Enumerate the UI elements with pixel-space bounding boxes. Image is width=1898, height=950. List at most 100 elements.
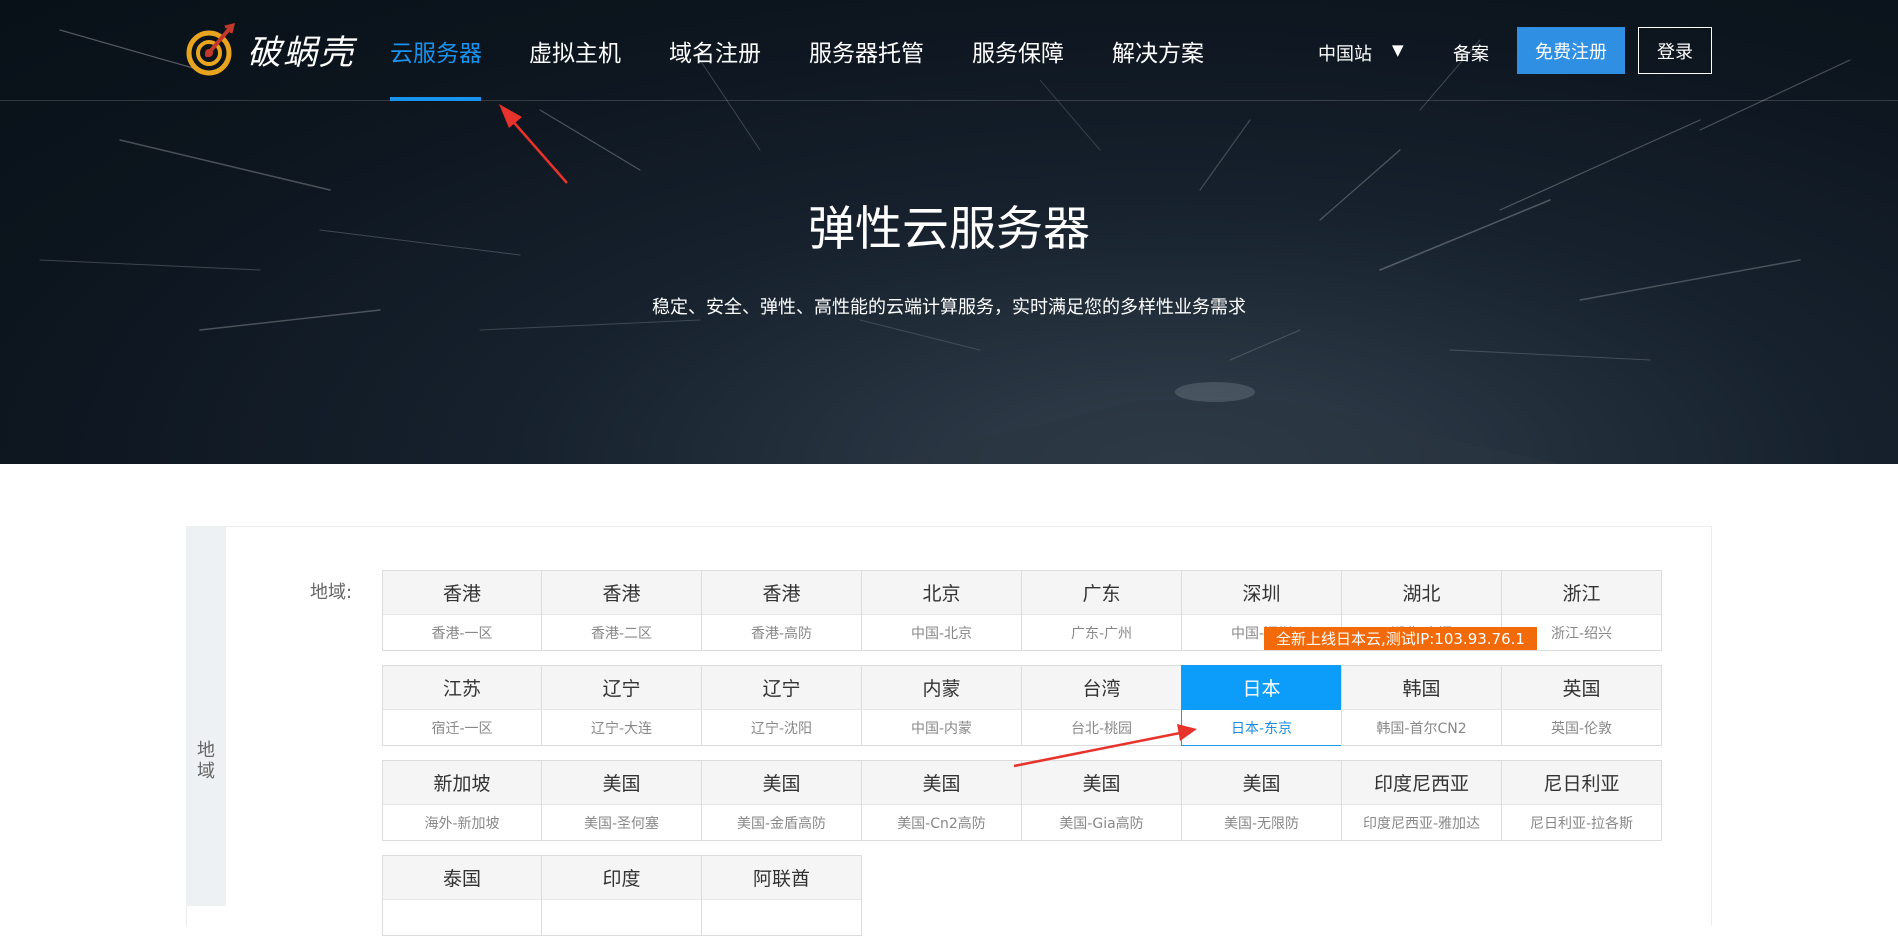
region-name: 英国 bbox=[1502, 666, 1661, 710]
region-row: 新加坡 海外-新加坡 美国 美国-圣何塞 美国 美国-金盾高防 美国 美国-Cn2高防 … bbox=[382, 760, 1663, 841]
region-name: 美国 bbox=[1182, 761, 1341, 805]
region-zone: 宿迁-一区 bbox=[383, 710, 541, 745]
region-side-tab[interactable] bbox=[186, 526, 226, 906]
region-option[interactable]: 泰国 bbox=[382, 855, 542, 936]
region-name: 香港 bbox=[542, 571, 701, 615]
region-name: 尼日利亚 bbox=[1502, 761, 1661, 805]
region-option[interactable]: 广东 广东-广州 bbox=[1021, 570, 1182, 651]
region-name: 内蒙 bbox=[862, 666, 1021, 710]
region-zone: 台北-桃园 bbox=[1022, 710, 1181, 745]
region-zone: 美国-金盾高防 bbox=[702, 805, 861, 840]
region-name: 阿联酋 bbox=[702, 856, 861, 900]
region-option[interactable]: 台湾 台北-桃园 bbox=[1021, 665, 1182, 746]
region-row: 泰国 印度 阿联酋 bbox=[382, 855, 1663, 936]
region-option[interactable]: 北京 中国-北京 bbox=[861, 570, 1022, 651]
region-zone: 广东-广州 bbox=[1022, 615, 1181, 650]
region-option[interactable]: 美国 美国-无限防 bbox=[1181, 760, 1342, 841]
region-option[interactable]: 辽宁 辽宁-沈阳 bbox=[701, 665, 862, 746]
region-option[interactable]: 香港 香港-一区 bbox=[382, 570, 542, 651]
region-name: 江苏 bbox=[383, 666, 541, 710]
region-option[interactable]: 尼日利亚 尼日利亚-拉各斯 bbox=[1501, 760, 1662, 841]
region-name: 日本 bbox=[1182, 666, 1341, 710]
region-zone: 海外-新加坡 bbox=[383, 805, 541, 840]
region-name: 北京 bbox=[862, 571, 1021, 615]
region-option[interactable]: 印度尼西亚 印度尼西亚-雅加达 bbox=[1341, 760, 1502, 841]
region-option[interactable]: 江苏 宿迁-一区 bbox=[382, 665, 542, 746]
hero-banner: 破蜗壳 云服务器 虚拟主机 域名注册 服务器托管 服务保障 解决方案 中国站 ▼… bbox=[0, 0, 1898, 464]
region-option[interactable]: 美国 美国-Cn2高防 bbox=[861, 760, 1022, 841]
region-option[interactable]: 香港 香港-二区 bbox=[541, 570, 702, 651]
region-option[interactable]: 美国 美国-Gia高防 bbox=[1021, 760, 1182, 841]
nav-domain-register[interactable]: 域名注册 bbox=[669, 34, 761, 68]
register-button[interactable]: 免费注册 bbox=[1517, 27, 1625, 74]
beian-link[interactable]: 备案 bbox=[1453, 40, 1489, 66]
region-zone: 美国-圣何塞 bbox=[542, 805, 701, 840]
region-name: 美国 bbox=[862, 761, 1021, 805]
promo-tag: 全新上线日本云,测试IP:103.93.76.1 bbox=[1264, 627, 1537, 650]
site-select[interactable]: 中国站 bbox=[1318, 40, 1372, 66]
region-zone bbox=[383, 900, 541, 935]
region-name: 美国 bbox=[702, 761, 861, 805]
nav-service-guarantee[interactable]: 服务保障 bbox=[972, 34, 1064, 68]
region-option[interactable]: 阿联酋 bbox=[701, 855, 862, 936]
region-name: 台湾 bbox=[1022, 666, 1181, 710]
region-name: 泰国 bbox=[383, 856, 541, 900]
region-name: 美国 bbox=[1022, 761, 1181, 805]
region-option[interactable]: 韩国 韩国-首尔CN2 bbox=[1341, 665, 1502, 746]
region-zone: 香港-二区 bbox=[542, 615, 701, 650]
region-option[interactable]: 美国 美国-金盾高防 bbox=[701, 760, 862, 841]
nav-cloud-server[interactable]: 云服务器 bbox=[390, 34, 482, 68]
top-nav: 破蜗壳 云服务器 虚拟主机 域名注册 服务器托管 服务保障 解决方案 中国站 ▼… bbox=[0, 0, 1898, 101]
logo-snail-icon bbox=[186, 22, 236, 76]
login-button[interactable]: 登录 bbox=[1638, 27, 1712, 74]
region-name: 印度 bbox=[542, 856, 701, 900]
region-zone bbox=[702, 900, 861, 935]
region-name: 印度尼西亚 bbox=[1342, 761, 1501, 805]
region-zone: 中国-内蒙 bbox=[862, 710, 1021, 745]
region-zone: 韩国-首尔CN2 bbox=[1342, 710, 1501, 745]
region-name: 香港 bbox=[383, 571, 541, 615]
region-zone: 日本-东京 bbox=[1182, 710, 1341, 745]
region-name: 深圳 bbox=[1182, 571, 1341, 615]
region-zone: 美国-Cn2高防 bbox=[862, 805, 1021, 840]
region-zone: 辽宁-沈阳 bbox=[702, 710, 861, 745]
nav-active-indicator bbox=[390, 97, 481, 101]
hero-subtitle: 稳定、安全、弹性、高性能的云端计算服务，实时满足您的多样性业务需求 bbox=[652, 297, 1246, 318]
region-name: 浙江 bbox=[1502, 571, 1661, 615]
region-side-tab-label: 地域 bbox=[197, 740, 215, 782]
region-zone bbox=[542, 900, 701, 935]
region-option[interactable]: 新加坡 海外-新加坡 bbox=[382, 760, 542, 841]
region-option[interactable]: 美国 美国-圣何塞 bbox=[541, 760, 702, 841]
region-name: 新加坡 bbox=[383, 761, 541, 805]
region-option[interactable]: 英国 英国-伦敦 bbox=[1501, 665, 1662, 746]
region-zone: 尼日利亚-拉各斯 bbox=[1502, 805, 1661, 840]
region-row: 江苏 宿迁-一区 辽宁 辽宁-大连 辽宁 辽宁-沈阳 内蒙 中国-内蒙 台湾 台北-桃园 … bbox=[382, 665, 1663, 746]
region-zone: 辽宁-大连 bbox=[542, 710, 701, 745]
nav-solutions[interactable]: 解决方案 bbox=[1112, 34, 1204, 68]
region-name: 韩国 bbox=[1342, 666, 1501, 710]
region-label: 地域: bbox=[310, 582, 353, 603]
nav-virtual-host[interactable]: 虚拟主机 bbox=[529, 34, 621, 68]
region-zone: 香港-高防 bbox=[702, 615, 861, 650]
region-name: 辽宁 bbox=[542, 666, 701, 710]
caret-down-icon[interactable]: ▼ bbox=[1392, 41, 1404, 59]
logo-text: 破蜗壳 bbox=[247, 32, 355, 73]
region-zone: 印度尼西亚-雅加达 bbox=[1342, 805, 1501, 840]
region-name: 湖北 bbox=[1342, 571, 1501, 615]
logo[interactable]: 破蜗壳 bbox=[185, 18, 355, 80]
region-zone: 中国-北京 bbox=[862, 615, 1021, 650]
region-option[interactable]: 内蒙 中国-内蒙 bbox=[861, 665, 1022, 746]
region-zone: 美国-无限防 bbox=[1182, 805, 1341, 840]
region-option[interactable]: 香港 香港-高防 bbox=[701, 570, 862, 651]
nav-server-hosting[interactable]: 服务器托管 bbox=[809, 34, 924, 68]
region-option-selected[interactable]: 日本 日本-东京 bbox=[1181, 665, 1342, 746]
hero-title: 弹性云服务器 bbox=[808, 202, 1090, 257]
region-name: 辽宁 bbox=[702, 666, 861, 710]
region-zone: 英国-伦敦 bbox=[1502, 710, 1661, 745]
region-option[interactable]: 辽宁 辽宁-大连 bbox=[541, 665, 702, 746]
region-name: 广东 bbox=[1022, 571, 1181, 615]
region-name: 香港 bbox=[702, 571, 861, 615]
region-name: 美国 bbox=[542, 761, 701, 805]
region-option[interactable]: 印度 bbox=[541, 855, 702, 936]
region-zone: 美国-Gia高防 bbox=[1022, 805, 1181, 840]
